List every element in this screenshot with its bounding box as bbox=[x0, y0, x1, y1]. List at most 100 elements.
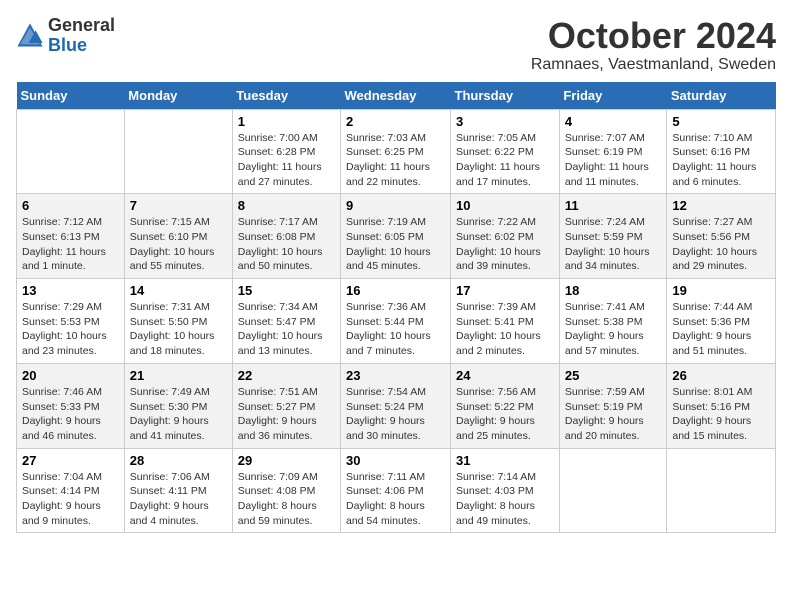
day-number: 28 bbox=[130, 453, 227, 468]
day-number: 15 bbox=[238, 283, 335, 298]
calendar-cell bbox=[17, 109, 125, 194]
header-day-tuesday: Tuesday bbox=[232, 82, 340, 110]
calendar-cell: 28 Sunrise: 7:06 AMSunset: 4:11 PMDayligh… bbox=[124, 448, 232, 533]
calendar-cell bbox=[559, 448, 667, 533]
day-number: 9 bbox=[346, 198, 445, 213]
day-number: 20 bbox=[22, 368, 119, 383]
calendar-cell: 10Sunrise: 7:22 AMSunset: 6:02 PMDayligh… bbox=[451, 194, 560, 279]
calendar-cell bbox=[667, 448, 776, 533]
day-number: 17 bbox=[456, 283, 554, 298]
day-info: Sunrise: 7:39 AMSunset: 5:41 PMDaylight:… bbox=[456, 300, 554, 359]
logo-icon bbox=[16, 22, 44, 50]
day-number: 13 bbox=[22, 283, 119, 298]
day-info: Sunrise: 7:27 AMSunset: 5:56 PMDaylight:… bbox=[672, 215, 770, 274]
calendar-cell: 27Sunrise: 7:04 AMSunset: 4:14 PMDayligh… bbox=[17, 448, 125, 533]
calendar-week-2: 6Sunrise: 7:12 AMSunset: 6:13 PMDaylight… bbox=[17, 194, 776, 279]
subtitle: Ramnaes, Vaestmanland, Sweden bbox=[531, 56, 776, 74]
calendar-cell: 19Sunrise: 7:44 AMSunset: 5:36 PMDayligh… bbox=[667, 279, 776, 364]
calendar-cell: 9 Sunrise: 7:19 AMSunset: 6:05 PMDaylight… bbox=[341, 194, 451, 279]
calendar-cell: 22 Sunrise: 7:51 AMSunset: 5:27 PMDayligh… bbox=[232, 363, 340, 448]
calendar-week-5: 27Sunrise: 7:04 AMSunset: 4:14 PMDayligh… bbox=[17, 448, 776, 533]
day-number: 14 bbox=[130, 283, 227, 298]
day-info: Sunrise: 7:03 AMSunset: 6:25 PMDaylight:… bbox=[346, 131, 445, 190]
day-info: Sunrise: 7:06 AMSunset: 4:11 PMDaylight:… bbox=[130, 470, 227, 529]
day-info: Sunrise: 7:31 AMSunset: 5:50 PMDaylight:… bbox=[130, 300, 227, 359]
day-info: Sunrise: 7:05 AMSunset: 6:22 PMDaylight:… bbox=[456, 131, 554, 190]
calendar-cell: 20 Sunrise: 7:46 AMSunset: 5:33 PMDayligh… bbox=[17, 363, 125, 448]
day-info: Sunrise: 7:41 AMSunset: 5:38 PMDaylight:… bbox=[565, 300, 662, 359]
day-number: 11 bbox=[565, 198, 662, 213]
day-info: Sunrise: 7:07 AMSunset: 6:19 PMDaylight:… bbox=[565, 131, 662, 190]
calendar-cell: 5Sunrise: 7:10 AMSunset: 6:16 PMDaylight… bbox=[667, 109, 776, 194]
day-number: 21 bbox=[130, 368, 227, 383]
day-info: Sunrise: 7:34 AMSunset: 5:47 PMDaylight:… bbox=[238, 300, 335, 359]
header-day-saturday: Saturday bbox=[667, 82, 776, 110]
day-info: Sunrise: 7:17 AMSunset: 6:08 PMDaylight:… bbox=[238, 215, 335, 274]
day-info: Sunrise: 7:56 AMSunset: 5:22 PMDaylight:… bbox=[456, 385, 554, 444]
calendar-cell: 23 Sunrise: 7:54 AMSunset: 5:24 PMDayligh… bbox=[341, 363, 451, 448]
calendar-cell: 4 Sunrise: 7:07 AMSunset: 6:19 PMDaylight… bbox=[559, 109, 667, 194]
calendar-cell: 30Sunrise: 7:11 AMSunset: 4:06 PMDayligh… bbox=[341, 448, 451, 533]
logo-general: General bbox=[48, 16, 115, 36]
logo-text: General Blue bbox=[48, 16, 115, 56]
day-info: Sunrise: 7:29 AMSunset: 5:53 PMDaylight:… bbox=[22, 300, 119, 359]
day-info: Sunrise: 7:14 AMSunset: 4:03 PMDaylight:… bbox=[456, 470, 554, 529]
day-number: 7 bbox=[130, 198, 227, 213]
main-title: October 2024 bbox=[531, 16, 776, 56]
calendar-cell: 29Sunrise: 7:09 AMSunset: 4:08 PMDayligh… bbox=[232, 448, 340, 533]
header-day-friday: Friday bbox=[559, 82, 667, 110]
calendar-cell: 26 Sunrise: 8:01 AMSunset: 5:16 PMDayligh… bbox=[667, 363, 776, 448]
day-number: 4 bbox=[565, 114, 662, 129]
calendar-cell: 18 Sunrise: 7:41 AMSunset: 5:38 PMDayligh… bbox=[559, 279, 667, 364]
day-number: 12 bbox=[672, 198, 770, 213]
header-row: SundayMondayTuesdayWednesdayThursdayFrid… bbox=[17, 82, 776, 110]
calendar-cell: 8 Sunrise: 7:17 AMSunset: 6:08 PMDaylight… bbox=[232, 194, 340, 279]
day-number: 16 bbox=[346, 283, 445, 298]
day-number: 23 bbox=[346, 368, 445, 383]
day-number: 1 bbox=[238, 114, 335, 129]
day-number: 19 bbox=[672, 283, 770, 298]
day-info: Sunrise: 7:46 AMSunset: 5:33 PMDaylight:… bbox=[22, 385, 119, 444]
day-info: Sunrise: 7:54 AMSunset: 5:24 PMDaylight:… bbox=[346, 385, 445, 444]
day-info: Sunrise: 7:49 AMSunset: 5:30 PMDaylight:… bbox=[130, 385, 227, 444]
calendar-cell: 25Sunrise: 7:59 AMSunset: 5:19 PMDayligh… bbox=[559, 363, 667, 448]
day-info: Sunrise: 7:11 AMSunset: 4:06 PMDaylight:… bbox=[346, 470, 445, 529]
day-info: Sunrise: 7:24 AMSunset: 5:59 PMDaylight:… bbox=[565, 215, 662, 274]
day-info: Sunrise: 7:19 AMSunset: 6:05 PMDaylight:… bbox=[346, 215, 445, 274]
calendar-cell bbox=[124, 109, 232, 194]
title-block: October 2024 Ramnaes, Vaestmanland, Swed… bbox=[531, 16, 776, 74]
day-number: 18 bbox=[565, 283, 662, 298]
calendar-body: 1Sunrise: 7:00 AMSunset: 6:28 PMDaylight… bbox=[17, 109, 776, 533]
header-day-wednesday: Wednesday bbox=[341, 82, 451, 110]
day-number: 25 bbox=[565, 368, 662, 383]
day-number: 22 bbox=[238, 368, 335, 383]
calendar-week-4: 20 Sunrise: 7:46 AMSunset: 5:33 PMDayligh… bbox=[17, 363, 776, 448]
day-number: 8 bbox=[238, 198, 335, 213]
day-number: 26 bbox=[672, 368, 770, 383]
calendar-cell: 2 Sunrise: 7:03 AMSunset: 6:25 PMDaylight… bbox=[341, 109, 451, 194]
calendar-cell: 12 Sunrise: 7:27 AMSunset: 5:56 PMDayligh… bbox=[667, 194, 776, 279]
logo-blue: Blue bbox=[48, 36, 115, 56]
day-info: Sunrise: 7:04 AMSunset: 4:14 PMDaylight:… bbox=[22, 470, 119, 529]
day-number: 5 bbox=[672, 114, 770, 129]
day-info: Sunrise: 7:15 AMSunset: 6:10 PMDaylight:… bbox=[130, 215, 227, 274]
header-day-monday: Monday bbox=[124, 82, 232, 110]
day-number: 31 bbox=[456, 453, 554, 468]
calendar-cell: 17 Sunrise: 7:39 AMSunset: 5:41 PMDayligh… bbox=[451, 279, 560, 364]
day-info: Sunrise: 8:01 AMSunset: 5:16 PMDaylight:… bbox=[672, 385, 770, 444]
calendar-week-3: 13 Sunrise: 7:29 AMSunset: 5:53 PMDayligh… bbox=[17, 279, 776, 364]
calendar-cell: 16 Sunrise: 7:36 AMSunset: 5:44 PMDayligh… bbox=[341, 279, 451, 364]
day-info: Sunrise: 7:51 AMSunset: 5:27 PMDaylight:… bbox=[238, 385, 335, 444]
header-day-thursday: Thursday bbox=[451, 82, 560, 110]
day-number: 3 bbox=[456, 114, 554, 129]
page-header: General Blue October 2024 Ramnaes, Vaest… bbox=[16, 16, 776, 74]
calendar-cell: 3 Sunrise: 7:05 AMSunset: 6:22 PMDaylight… bbox=[451, 109, 560, 194]
calendar-cell: 7 Sunrise: 7:15 AMSunset: 6:10 PMDaylight… bbox=[124, 194, 232, 279]
day-number: 2 bbox=[346, 114, 445, 129]
calendar-cell: 15 Sunrise: 7:34 AMSunset: 5:47 PMDayligh… bbox=[232, 279, 340, 364]
day-info: Sunrise: 7:36 AMSunset: 5:44 PMDaylight:… bbox=[346, 300, 445, 359]
calendar-table: SundayMondayTuesdayWednesdayThursdayFrid… bbox=[16, 82, 776, 534]
day-number: 6 bbox=[22, 198, 119, 213]
day-info: Sunrise: 7:09 AMSunset: 4:08 PMDaylight:… bbox=[238, 470, 335, 529]
calendar-cell: 6Sunrise: 7:12 AMSunset: 6:13 PMDaylight… bbox=[17, 194, 125, 279]
